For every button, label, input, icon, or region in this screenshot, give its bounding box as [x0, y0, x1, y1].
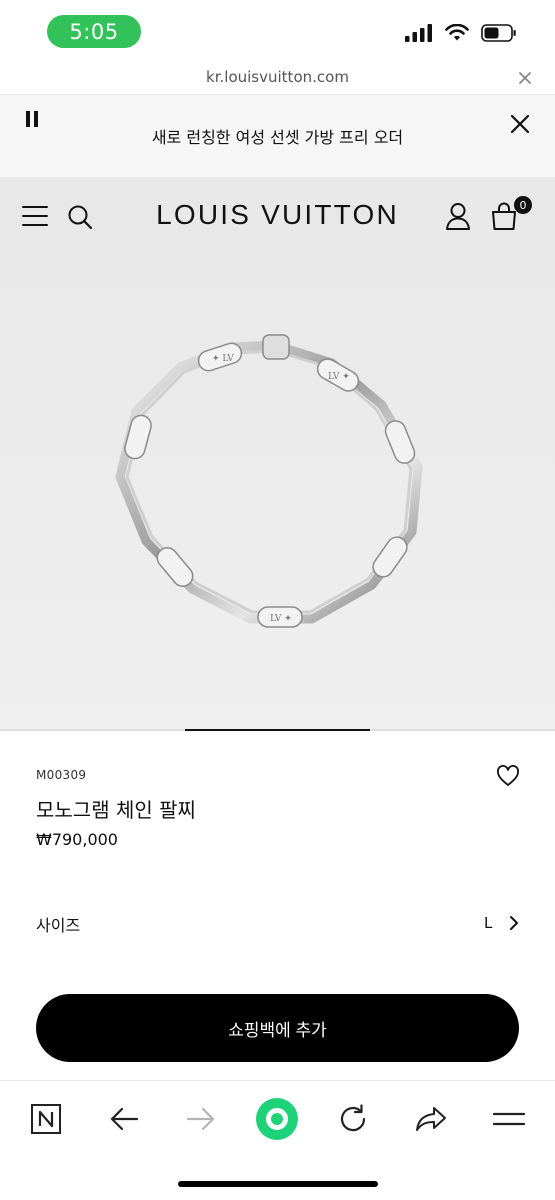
svg-text:✦ LV: ✦ LV	[212, 354, 234, 364]
browser-toolbar	[0, 1080, 555, 1200]
signal-icon	[405, 24, 432, 42]
product-sku: M00309	[36, 768, 87, 782]
close-icon[interactable]	[517, 70, 533, 86]
bag-count-badge: 0	[514, 196, 532, 214]
chevron-right-icon	[510, 916, 518, 930]
svg-text:LV ✦: LV ✦	[270, 614, 292, 624]
product-image[interactable]: ✦ LV LV ✦ LV ✦	[100, 327, 450, 637]
share-icon[interactable]	[411, 1099, 451, 1139]
back-arrow-icon[interactable]	[104, 1099, 144, 1139]
green-home-icon[interactable]	[255, 1097, 299, 1141]
reload-icon[interactable]	[333, 1099, 373, 1139]
url-text: kr.louisvuitton.com	[206, 68, 349, 86]
size-label: 사이즈	[36, 916, 81, 935]
svg-text:LV ✦: LV ✦	[328, 372, 350, 382]
url-bar[interactable]: kr.louisvuitton.com	[0, 62, 555, 95]
n-logo-icon[interactable]	[26, 1099, 66, 1139]
promo-text[interactable]: 새로 런칭한 여성 선셋 가방 프리 오더	[0, 124, 555, 148]
brand-logo[interactable]: LOUIS VUITTON	[0, 199, 555, 231]
menu-icon[interactable]	[489, 1099, 529, 1139]
battery-icon	[481, 24, 516, 42]
wifi-icon	[445, 24, 469, 41]
product-name: 모노그램 체인 팔찌	[36, 798, 196, 822]
status-time: 5:05	[47, 15, 141, 48]
size-value: L	[484, 914, 493, 932]
status-icons	[405, 24, 517, 42]
account-icon[interactable]	[445, 202, 471, 230]
product-price: ₩790,000	[36, 830, 118, 849]
carousel-indicator[interactable]	[0, 729, 555, 731]
promo-banner[interactable]: 새로 런칭한 여성 선셋 가방 프리 오더	[0, 95, 555, 177]
add-to-bag-button[interactable]: 쇼핑백에 추가	[36, 994, 519, 1062]
forward-arrow-icon[interactable]	[181, 1099, 221, 1139]
status-bar: 5:05	[0, 0, 555, 62]
home-indicator	[178, 1181, 378, 1187]
close-icon[interactable]	[509, 113, 531, 135]
heart-icon[interactable]	[496, 765, 520, 787]
site-header: LOUIS VUITTON 0	[0, 177, 555, 257]
product-hero: LOUIS VUITTON 0 ✦ LV LV ✦ LV ✦	[0, 177, 555, 730]
carousel-active-segment	[185, 729, 370, 731]
size-selector[interactable]: 사이즈 L	[0, 900, 555, 944]
